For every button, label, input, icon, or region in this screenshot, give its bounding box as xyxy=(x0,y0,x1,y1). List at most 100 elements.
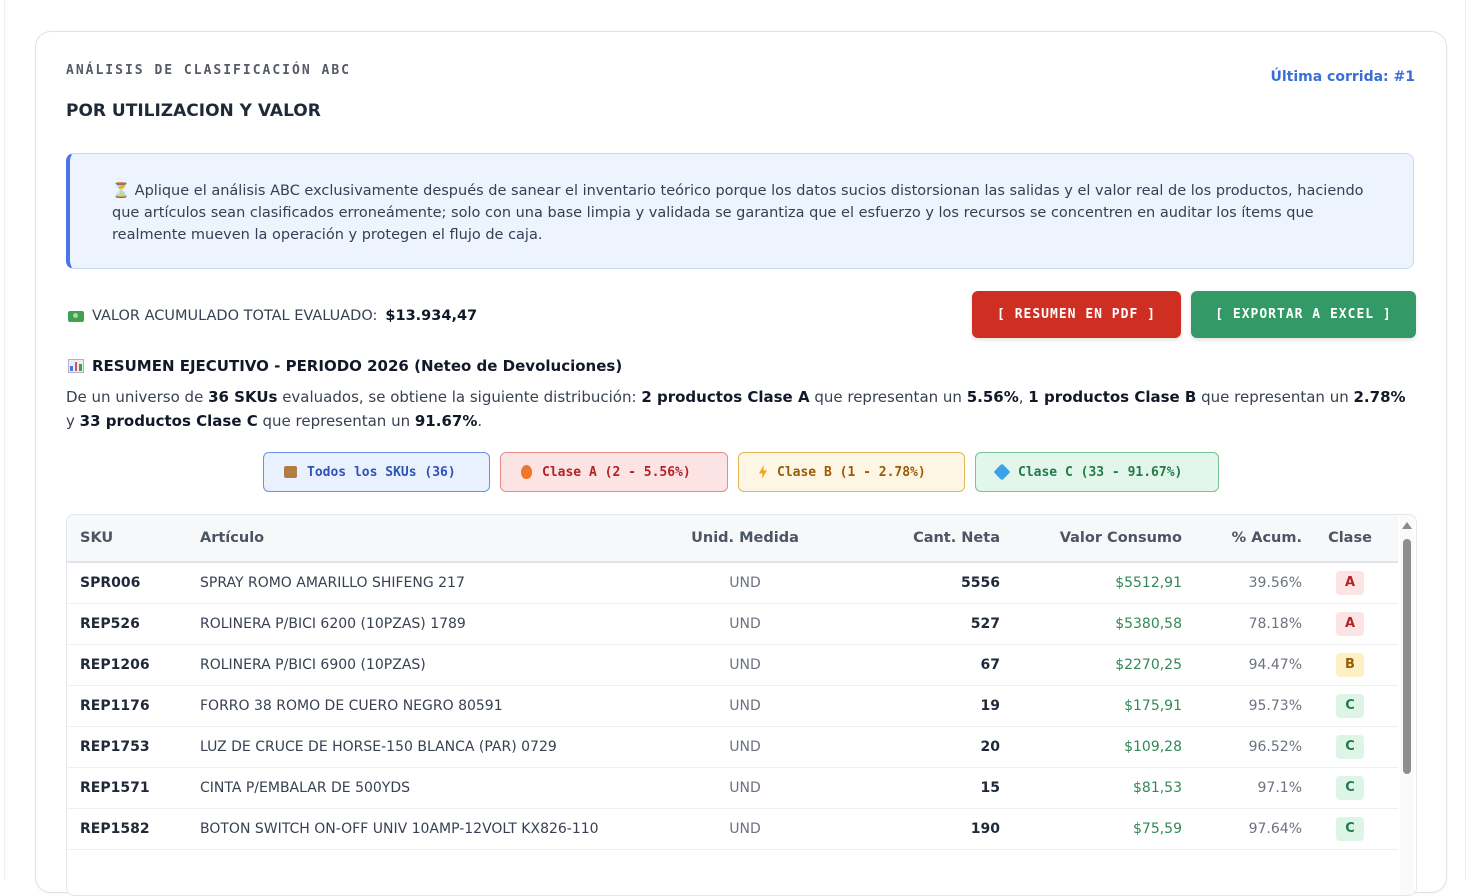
scrollbar-thumb[interactable] xyxy=(1403,539,1411,774)
cell-sku: REP1582 xyxy=(67,808,200,850)
cell-quantity: 527 xyxy=(860,603,1000,645)
cell-unit: UND xyxy=(630,685,860,727)
executive-summary-title: RESUMEN EJECUTIVO - PERIODO 2026 (Neteo … xyxy=(68,357,622,375)
cell-quantity: 15 xyxy=(860,767,1000,809)
class-badge: B xyxy=(1336,653,1364,677)
cell-unit: UND xyxy=(630,767,860,809)
scroll-up-arrow-icon[interactable] xyxy=(1402,522,1412,529)
cell-cumulative-pct: 97.1% xyxy=(1182,767,1302,809)
notice-text: ⏳ Aplique el análisis ABC exclusivamente… xyxy=(112,183,1364,243)
cell-article: FORRO 38 ROMO DE CUERO NEGRO 80591 xyxy=(200,685,630,727)
info-notice: ⏳ Aplique el análisis ABC exclusivamente… xyxy=(66,153,1414,269)
cell-value: $81,53 xyxy=(1000,767,1182,809)
cell-quantity: 190 xyxy=(860,808,1000,850)
summary-text: evaluados, se obtiene la siguiente distr… xyxy=(277,388,642,406)
cell-cumulative-pct: 97.64% xyxy=(1182,808,1302,850)
class-badge: A xyxy=(1336,612,1364,636)
cell-cumulative-pct: 39.56% xyxy=(1182,562,1302,604)
cell-unit: UND xyxy=(630,808,860,850)
table-row[interactable]: REP1571 CINTA P/EMBALAR DE 500YDS UND 15… xyxy=(67,767,1398,809)
total-value: $13.934,47 xyxy=(385,308,478,324)
page-title: POR UTILIZACION Y VALOR xyxy=(66,101,321,121)
col-quantity[interactable]: Cant. Neta xyxy=(860,515,1000,563)
section-label: ANÁLISIS DE CLASIFICACIÓN ABC xyxy=(66,63,351,78)
cell-cumulative-pct: 95.73% xyxy=(1182,685,1302,727)
cell-cumulative-pct: 96.52% xyxy=(1182,726,1302,768)
summary-text: , xyxy=(1018,388,1029,406)
cell-article: BOTON SWITCH ON-OFF UNIV 10AMP-12VOLT KX… xyxy=(200,808,630,850)
money-icon xyxy=(68,310,84,322)
summary-text: y xyxy=(66,412,80,430)
col-unit[interactable]: Unid. Medida xyxy=(630,515,860,563)
table-header-row: SKU Artículo Unid. Medida Cant. Neta Val… xyxy=(67,515,1398,563)
executive-summary-heading: RESUMEN EJECUTIVO - PERIODO 2026 (Neteo … xyxy=(92,357,623,375)
cell-value: $5512,91 xyxy=(1000,562,1182,604)
summary-class-b-pct: 2.78% xyxy=(1353,388,1406,406)
abc-table: SKU Artículo Unid. Medida Cant. Neta Val… xyxy=(67,515,1398,850)
class-badge: C xyxy=(1336,776,1364,800)
class-filter-bar: Todos los SKUs (36) Clase A (2 - 5.56%) … xyxy=(263,452,1219,492)
total-value-row: VALOR ACUMULADO TOTAL EVALUADO: $13.934,… xyxy=(68,308,477,324)
col-cumulative-pct[interactable]: % Acum. xyxy=(1182,515,1302,563)
export-excel-button[interactable]: [ EXPORTAR A EXCEL ] xyxy=(1191,291,1416,338)
cell-article: ROLINERA P/BICI 6200 (10PZAS) 1789 xyxy=(200,603,630,645)
col-class[interactable]: Clase xyxy=(1302,515,1398,563)
table-scrollbar[interactable] xyxy=(1400,515,1414,895)
class-badge: A xyxy=(1336,571,1364,595)
table-row[interactable]: REP526 ROLINERA P/BICI 6200 (10PZAS) 178… xyxy=(67,603,1398,645)
abc-table-container: SKU Artículo Unid. Medida Cant. Neta Val… xyxy=(66,514,1417,896)
cell-cumulative-pct: 78.18% xyxy=(1182,603,1302,645)
lightning-icon xyxy=(759,465,767,479)
filter-class-c[interactable]: Clase C (33 - 91.67%) xyxy=(975,452,1219,492)
fire-icon xyxy=(521,465,532,479)
pdf-summary-button[interactable]: [ RESUMEN EN PDF ] xyxy=(972,291,1181,338)
summary-text: De un universo de xyxy=(66,388,209,406)
summary-class-b: 1 productos Clase B xyxy=(1028,388,1197,406)
table-row[interactable]: REP1582 BOTON SWITCH ON-OFF UNIV 10AMP-1… xyxy=(67,808,1398,850)
summary-class-c-pct: 91.67% xyxy=(414,412,478,430)
cell-cumulative-pct: 94.47% xyxy=(1182,644,1302,686)
class-badge: C xyxy=(1336,735,1364,759)
col-article[interactable]: Artículo xyxy=(200,515,630,563)
last-run-label: Última corrida: #1 xyxy=(1270,69,1415,85)
filter-class-b[interactable]: Clase B (1 - 2.78%) xyxy=(738,452,965,492)
filter-all-label: Todos los SKUs (36) xyxy=(307,464,456,480)
package-icon xyxy=(284,466,297,478)
cell-article: ROLINERA P/BICI 6900 (10PZAS) xyxy=(200,644,630,686)
filter-class-a[interactable]: Clase A (2 - 5.56%) xyxy=(500,452,728,492)
cell-value: $175,91 xyxy=(1000,685,1182,727)
cell-unit: UND xyxy=(630,644,860,686)
cell-unit: UND xyxy=(630,603,860,645)
col-sku[interactable]: SKU xyxy=(67,515,200,563)
table-row[interactable]: REP1176 FORRO 38 ROMO DE CUERO NEGRO 805… xyxy=(67,685,1398,727)
col-value[interactable]: Valor Consumo xyxy=(1000,515,1182,563)
summary-sku-count: 36 SKUs xyxy=(208,388,278,406)
executive-summary-text: De un universo de 36 SKUs evaluados, se … xyxy=(66,385,1416,433)
filter-c-label: Clase C (33 - 91.67%) xyxy=(1018,464,1183,480)
table-row[interactable]: SPR006 SPRAY ROMO AMARILLO SHIFENG 217 U… xyxy=(67,562,1398,604)
summary-text: que representan un xyxy=(257,412,415,430)
cell-sku: SPR006 xyxy=(67,562,200,604)
filter-all-skus[interactable]: Todos los SKUs (36) xyxy=(263,452,490,492)
cell-value: $5380,58 xyxy=(1000,603,1182,645)
total-label: VALOR ACUMULADO TOTAL EVALUADO: xyxy=(92,308,378,324)
cell-sku: REP1206 xyxy=(67,644,200,686)
table-row[interactable]: REP1206 ROLINERA P/BICI 6900 (10PZAS) UN… xyxy=(67,644,1398,686)
cell-article: LUZ DE CRUCE DE HORSE-150 BLANCA (PAR) 0… xyxy=(200,726,630,768)
cell-sku: REP526 xyxy=(67,603,200,645)
summary-text: que representan un xyxy=(809,388,967,406)
cell-value: $2270,25 xyxy=(1000,644,1182,686)
filter-a-label: Clase A (2 - 5.56%) xyxy=(542,464,691,480)
class-badge: C xyxy=(1336,694,1364,718)
summary-class-a: 2 productos Clase A xyxy=(641,388,810,406)
table-row[interactable]: REP1753 LUZ DE CRUCE DE HORSE-150 BLANCA… xyxy=(67,726,1398,768)
cell-quantity: 5556 xyxy=(860,562,1000,604)
cell-article: CINTA P/EMBALAR DE 500YDS xyxy=(200,767,630,809)
cell-quantity: 20 xyxy=(860,726,1000,768)
cell-article: SPRAY ROMO AMARILLO SHIFENG 217 xyxy=(200,562,630,604)
cell-sku: REP1753 xyxy=(67,726,200,768)
filter-b-label: Clase B (1 - 2.78%) xyxy=(777,464,926,480)
cube-icon xyxy=(993,463,1011,481)
cell-unit: UND xyxy=(630,562,860,604)
cell-unit: UND xyxy=(630,726,860,768)
